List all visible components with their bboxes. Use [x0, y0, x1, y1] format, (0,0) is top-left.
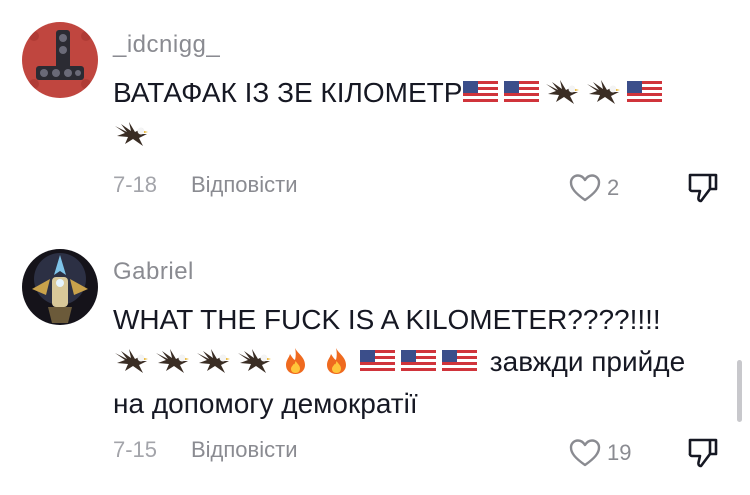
dislike-button[interactable] — [686, 170, 720, 204]
comment-text: ВАТАФАК ІЗ ЗЕ КІЛОМЕТР — [113, 72, 720, 156]
comment-body: _idcnigg_ ВАТАФАК ІЗ ЗЕ КІЛОМЕТР — [113, 30, 720, 156]
us-flag-icon — [359, 347, 396, 375]
fire-icon — [277, 347, 314, 375]
us-flag-icon — [503, 78, 540, 106]
comment-meta: 7-18 Відповісти 2 — [113, 168, 720, 208]
avatar-character-image — [22, 249, 98, 325]
comment-body: Gabriel WHAT THE FUCK IS A KILOMETER????… — [113, 257, 720, 425]
like-button[interactable]: 2 — [569, 168, 619, 208]
comment-text: WHAT THE FUCK IS A KILOMETER????!!!! зав… — [113, 299, 720, 425]
scrollbar[interactable] — [737, 360, 742, 422]
eagle-icon — [113, 347, 150, 375]
eagle-icon — [195, 347, 232, 375]
thumbs-down-icon — [688, 173, 718, 203]
like-button[interactable]: 19 — [569, 433, 631, 473]
comment-text-line: WHAT THE FUCK IS A KILOMETER????!!!! — [113, 304, 661, 335]
avatar[interactable] — [22, 22, 98, 98]
avatar-lego-image — [22, 22, 98, 98]
reply-button[interactable]: Відповісти — [191, 172, 298, 198]
fire-icon — [318, 347, 355, 375]
heart-icon — [569, 439, 601, 467]
comment-date: 7-15 — [113, 437, 158, 462]
comment-text-line: ВАТАФАК ІЗ ЗЕ КІЛОМЕТР — [113, 77, 463, 108]
username[interactable]: _idcnigg_ — [113, 30, 720, 60]
eagle-icon — [154, 347, 191, 375]
us-flag-icon — [400, 347, 437, 375]
username[interactable]: Gabriel — [113, 257, 720, 287]
eagle-icon — [544, 78, 581, 106]
avatar[interactable] — [22, 249, 98, 325]
eagle-icon — [113, 120, 150, 148]
like-count: 2 — [607, 175, 620, 200]
reply-button[interactable]: Відповісти — [191, 437, 298, 463]
thumbs-down-icon — [688, 438, 718, 468]
comment-item: _idcnigg_ ВАТАФАК ІЗ ЗЕ КІЛОМЕТР 7-18 Ві… — [0, 0, 750, 230]
eagle-icon — [236, 347, 273, 375]
us-flag-icon — [441, 347, 478, 375]
like-count: 19 — [607, 440, 632, 465]
dislike-button[interactable] — [686, 435, 720, 469]
comment-meta: 7-15 Відповісти 19 — [113, 433, 720, 473]
comment-date: 7-18 — [113, 172, 158, 197]
us-flag-icon — [626, 78, 663, 106]
comment-item: Gabriel WHAT THE FUCK IS A KILOMETER????… — [0, 245, 750, 495]
heart-icon — [569, 174, 601, 202]
eagle-icon — [585, 78, 622, 106]
us-flag-icon — [462, 78, 499, 106]
